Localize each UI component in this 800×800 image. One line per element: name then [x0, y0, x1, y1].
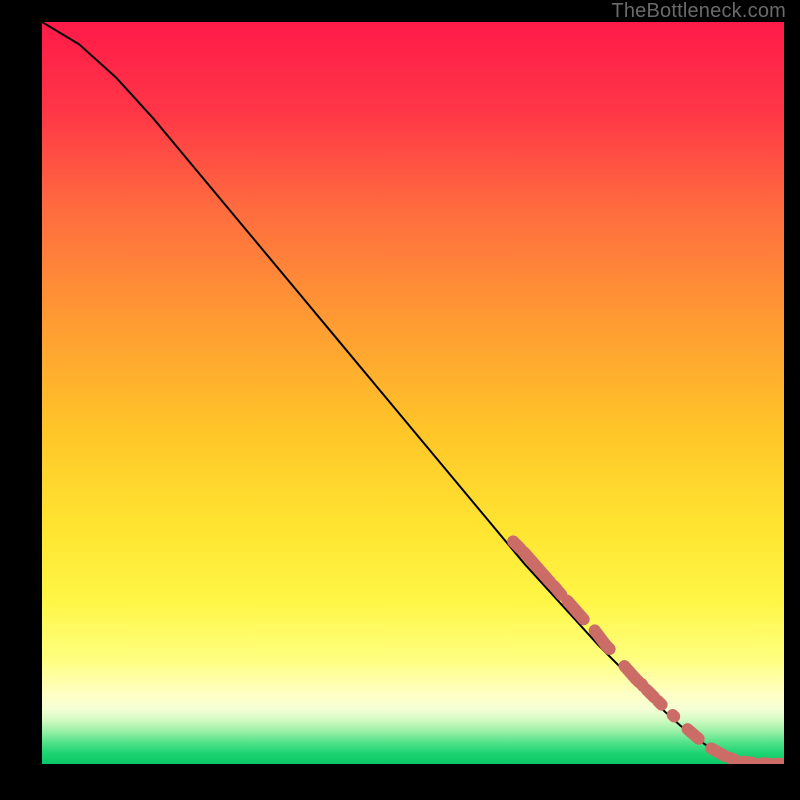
marker-segment [731, 758, 736, 760]
plot-area [42, 22, 784, 764]
marker-segment [688, 729, 699, 739]
marker-segment [743, 762, 753, 763]
marker-segment [606, 645, 610, 649]
marker-segment [658, 701, 662, 705]
marker-segment [554, 586, 561, 595]
marker-segment [673, 715, 674, 716]
gradient-background [42, 22, 784, 764]
watermark-label: TheBottleneck.com [611, 0, 786, 23]
marker-segment [513, 541, 520, 548]
marker-segment [711, 748, 724, 755]
chart-svg [42, 22, 784, 764]
chart-stage: TheBottleneck.com [0, 0, 800, 800]
marker-segment [647, 690, 654, 697]
